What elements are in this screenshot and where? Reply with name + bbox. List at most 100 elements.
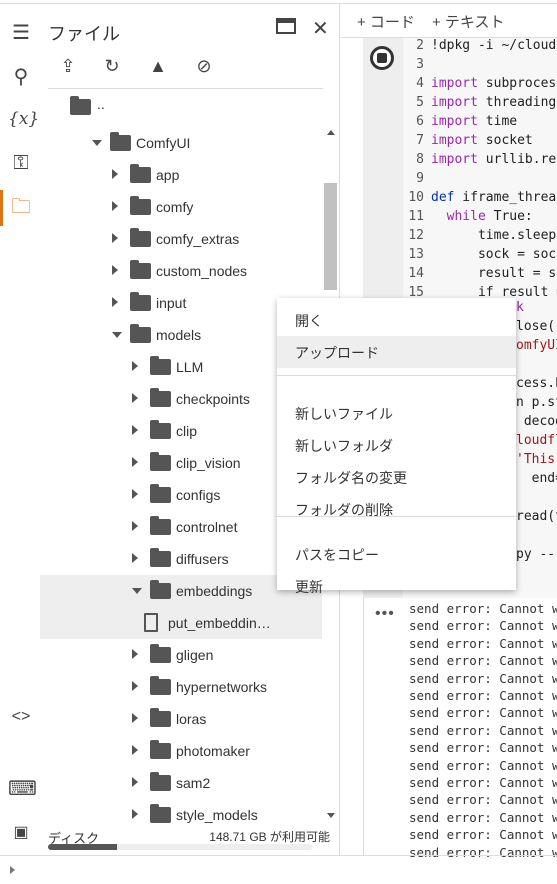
caret-right-icon[interactable] bbox=[132, 489, 138, 499]
folder-icon[interactable]: 🗀 bbox=[8, 194, 34, 220]
caret-right-icon[interactable] bbox=[132, 681, 138, 691]
caret-right-icon[interactable] bbox=[132, 361, 138, 371]
tree-item[interactable]: ComfyUI bbox=[40, 127, 322, 159]
refresh-icon[interactable]: ↻ bbox=[100, 56, 124, 77]
add-text-button[interactable]: + テキスト bbox=[432, 11, 504, 32]
parent-folder-row[interactable]: .. bbox=[40, 90, 322, 122]
caret-right-icon[interactable] bbox=[132, 649, 138, 659]
context-menu: 開く アップロード 新しいファイル 新しいフォルダ フォルダ名の変更 フォルダの削除 パスを… bbox=[277, 298, 516, 595]
add-code-button[interactable]: + コード bbox=[357, 11, 415, 32]
code-text: result = soc bbox=[477, 266, 557, 281]
tree-item[interactable]: gligen bbox=[40, 639, 322, 671]
scroll-up-icon[interactable] bbox=[327, 130, 335, 135]
caret-down-icon[interactable] bbox=[92, 140, 102, 146]
output-line: send error: Cannot wr bbox=[409, 827, 557, 843]
tree-item[interactable]: custom_nodes bbox=[40, 255, 322, 287]
search-icon[interactable]: ⚲ bbox=[8, 64, 34, 90]
open-in-tab-icon[interactable] bbox=[276, 18, 296, 34]
code-snippets-icon[interactable]: <> bbox=[8, 704, 34, 730]
code-keyword: import bbox=[431, 133, 478, 148]
folder-icon bbox=[150, 548, 171, 567]
tree-item[interactable]: style_models bbox=[40, 799, 322, 831]
hide-files-icon[interactable]: ⊘ bbox=[192, 56, 216, 77]
tree-item[interactable]: put_embeddin… bbox=[40, 607, 322, 639]
key-icon[interactable]: ⚿ bbox=[8, 150, 34, 176]
line-number: 3 bbox=[416, 57, 424, 72]
tree-item[interactable]: sam2 bbox=[40, 767, 322, 799]
folder-icon bbox=[130, 196, 151, 215]
caret-right-icon[interactable] bbox=[112, 201, 118, 211]
tree-item-label: LLM bbox=[176, 359, 204, 375]
caret-right-icon[interactable] bbox=[132, 457, 138, 467]
caret-right-icon[interactable] bbox=[132, 777, 138, 787]
mount-drive-icon[interactable]: ▲ bbox=[146, 56, 170, 77]
code-line: 7 import socket bbox=[403, 133, 557, 152]
terminal-icon[interactable]: ▣ bbox=[8, 820, 34, 846]
stop-execution-button[interactable] bbox=[370, 46, 394, 70]
code-text: sock = socke bbox=[477, 247, 557, 262]
tree-item-label: comfy bbox=[156, 199, 194, 215]
caret-right-icon[interactable] bbox=[132, 521, 138, 531]
context-menu-item[interactable]: 新しいファイル bbox=[277, 397, 516, 429]
tree-item[interactable]: hypernetworks bbox=[40, 671, 322, 703]
command-palette-icon[interactable]: ⌨ bbox=[8, 776, 37, 802]
scrollbar-thumb[interactable] bbox=[324, 183, 337, 290]
caret-right-icon[interactable] bbox=[132, 713, 138, 723]
tree-item-label: models bbox=[156, 327, 202, 343]
line-number: 14 bbox=[408, 266, 424, 281]
code-line: 13 sock = socke bbox=[403, 247, 557, 266]
tree-item[interactable]: loras bbox=[40, 703, 322, 735]
code-line: 6 import time bbox=[403, 114, 557, 133]
tree-item-label: gligen bbox=[176, 647, 214, 663]
code-text: socket bbox=[477, 133, 533, 148]
code-fragment bbox=[516, 357, 557, 376]
output-menu-icon[interactable]: ••• bbox=[375, 605, 395, 623]
tree-item-label: photomaker bbox=[176, 743, 250, 759]
output-line: send error: Cannot wr bbox=[409, 601, 557, 616]
output-line: send error: Cannot wr bbox=[409, 688, 557, 703]
cell-output: send error: Cannot wr send error: Cannot … bbox=[363, 598, 557, 860]
caret-right-icon[interactable] bbox=[112, 265, 118, 275]
line-number: 13 bbox=[408, 247, 424, 262]
tree-item[interactable]: comfy_extras bbox=[40, 223, 322, 255]
context-menu-item[interactable]: フォルダ名の変更 bbox=[277, 461, 516, 493]
output-line: send error: Cannot wr bbox=[409, 705, 557, 721]
context-menu-item[interactable]: フォルダの削除 bbox=[277, 493, 516, 525]
caret-down-icon[interactable] bbox=[132, 588, 142, 594]
tree-item[interactable]: comfy bbox=[40, 191, 322, 223]
toc-icon[interactable]: ☰ bbox=[8, 20, 34, 46]
folder-icon bbox=[110, 132, 131, 151]
context-menu-item[interactable]: パスをコピー bbox=[277, 538, 516, 570]
caret-right-icon[interactable] bbox=[112, 233, 118, 243]
caret-down-icon[interactable] bbox=[112, 332, 122, 338]
caret-right-icon[interactable] bbox=[132, 553, 138, 563]
tree-item-label: put_embeddin… bbox=[168, 615, 271, 631]
tree-item[interactable]: photomaker bbox=[40, 735, 322, 767]
variables-icon[interactable]: {x} bbox=[8, 106, 39, 132]
output-line: send error: Cannot wr bbox=[409, 670, 557, 686]
scroll-down-icon[interactable] bbox=[327, 813, 335, 818]
line-number: 5 bbox=[416, 95, 424, 110]
caret-right-icon[interactable] bbox=[112, 169, 118, 179]
upload-file-icon[interactable]: ⇪ bbox=[56, 56, 80, 77]
output-line: send error: Cannot wr bbox=[409, 618, 557, 634]
folder-icon bbox=[130, 228, 151, 247]
line-number: 7 bbox=[416, 133, 424, 148]
expand-icon[interactable] bbox=[10, 866, 15, 874]
code-text: urllib.requ bbox=[485, 152, 557, 167]
code-fragment: loudfl bbox=[516, 433, 557, 448]
disk-usage-bar bbox=[48, 844, 312, 850]
context-menu-item[interactable]: 開く bbox=[277, 304, 516, 336]
caret-right-icon[interactable] bbox=[132, 745, 138, 755]
caret-right-icon[interactable] bbox=[132, 809, 138, 819]
caret-right-icon[interactable] bbox=[112, 297, 118, 307]
tree-item-label: checkpoints bbox=[176, 391, 250, 407]
context-menu-item[interactable]: アップロード bbox=[277, 336, 516, 368]
context-menu-item[interactable]: 新しいフォルダ bbox=[277, 429, 516, 461]
close-icon[interactable]: ✕ bbox=[312, 16, 329, 41]
caret-right-icon[interactable] bbox=[132, 425, 138, 435]
caret-right-icon[interactable] bbox=[132, 393, 138, 403]
context-menu-item[interactable]: 更新 bbox=[277, 570, 516, 602]
code-fragment: decod bbox=[523, 414, 557, 429]
tree-item[interactable]: app bbox=[40, 159, 322, 191]
